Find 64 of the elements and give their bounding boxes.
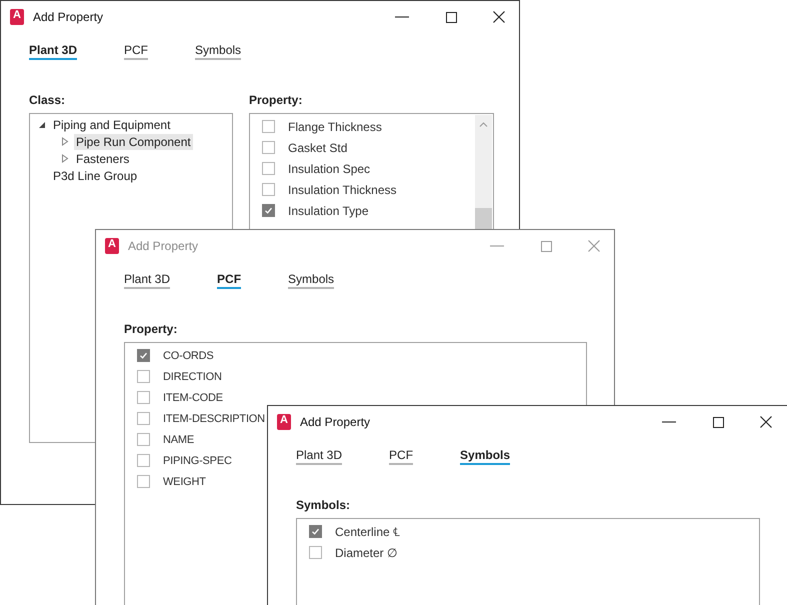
list-label: Class: xyxy=(29,93,66,107)
check-icon xyxy=(139,351,148,360)
tree-item[interactable]: P3d Line Group xyxy=(51,168,140,184)
close-icon[interactable] xyxy=(493,11,505,23)
list-item[interactable]: NAME xyxy=(163,434,194,446)
tab[interactable]: PCF xyxy=(124,42,148,60)
list-item[interactable]: Insulation Spec xyxy=(288,162,370,176)
list-label: Property: xyxy=(124,322,178,336)
checkbox[interactable] xyxy=(137,433,150,446)
tab[interactable]: Plant 3D xyxy=(29,42,78,60)
list-item[interactable]: CO-ORDS xyxy=(163,350,214,362)
minimize-icon[interactable] xyxy=(662,421,676,423)
list-label: Property: xyxy=(249,93,302,107)
checkbox[interactable] xyxy=(137,454,150,467)
window-title: Add Property xyxy=(33,10,104,24)
tree-item[interactable]: Pipe Run Component xyxy=(74,134,193,150)
expanded-triangle-icon[interactable] xyxy=(38,120,46,128)
checkbox[interactable] xyxy=(309,546,322,559)
checkbox[interactable] xyxy=(262,162,275,175)
tree-item[interactable]: Piping and Equipment xyxy=(51,116,172,132)
list-label: Symbols: xyxy=(296,498,350,512)
tab[interactable]: PCF xyxy=(217,271,242,289)
check-icon xyxy=(311,527,320,536)
list-item[interactable]: PIPING-SPEC xyxy=(163,454,232,466)
tab[interactable]: PCF xyxy=(389,447,414,465)
minimize-icon[interactable] xyxy=(395,16,409,18)
app-icon: A xyxy=(277,414,291,430)
close-icon[interactable] xyxy=(760,416,772,428)
tab[interactable]: Symbols xyxy=(460,447,510,465)
checkbox[interactable] xyxy=(137,475,150,488)
list-item[interactable]: Insulation Type xyxy=(288,204,369,218)
tab[interactable]: Symbols xyxy=(288,271,334,289)
list-item[interactable]: Flange Thickness xyxy=(288,120,382,134)
checkbox[interactable] xyxy=(262,204,275,217)
tab[interactable]: Plant 3D xyxy=(124,271,170,289)
list-item[interactable]: Centerline ℄ xyxy=(335,523,400,540)
checkbox[interactable] xyxy=(262,183,275,196)
tree-item[interactable]: Fasteners xyxy=(74,150,132,166)
window-title: Add Property xyxy=(300,414,370,428)
scroll-up-icon[interactable] xyxy=(479,122,488,127)
list-item[interactable]: Diameter ∅ xyxy=(335,546,398,560)
list-item[interactable]: DIRECTION xyxy=(163,370,222,382)
checkbox[interactable] xyxy=(137,349,150,362)
maximize-icon[interactable] xyxy=(446,12,456,22)
maximize-icon[interactable] xyxy=(712,416,724,428)
checkbox[interactable] xyxy=(137,391,150,404)
checkbox[interactable] xyxy=(137,412,150,425)
list-item[interactable]: ITEM-DESCRIPTION xyxy=(163,412,265,424)
list-item[interactable]: Gasket Std xyxy=(288,140,348,154)
app-icon: A xyxy=(10,8,24,24)
list-item[interactable]: Insulation Thickness xyxy=(288,182,397,196)
app-icon: A xyxy=(105,238,119,254)
collapsed-triangle-icon[interactable] xyxy=(61,137,69,146)
checkbox[interactable] xyxy=(262,141,275,154)
checkbox[interactable] xyxy=(309,525,322,538)
checkbox[interactable] xyxy=(137,370,150,383)
collapsed-triangle-icon[interactable] xyxy=(61,154,69,163)
list-item[interactable]: WEIGHT xyxy=(163,476,206,488)
tab[interactable]: Plant 3D xyxy=(296,447,342,465)
tab[interactable]: Symbols xyxy=(195,42,242,60)
check-icon xyxy=(264,206,273,215)
list-item[interactable]: ITEM-CODE xyxy=(163,392,223,404)
checkbox[interactable] xyxy=(262,120,275,133)
window-title: Add Property xyxy=(128,238,198,252)
